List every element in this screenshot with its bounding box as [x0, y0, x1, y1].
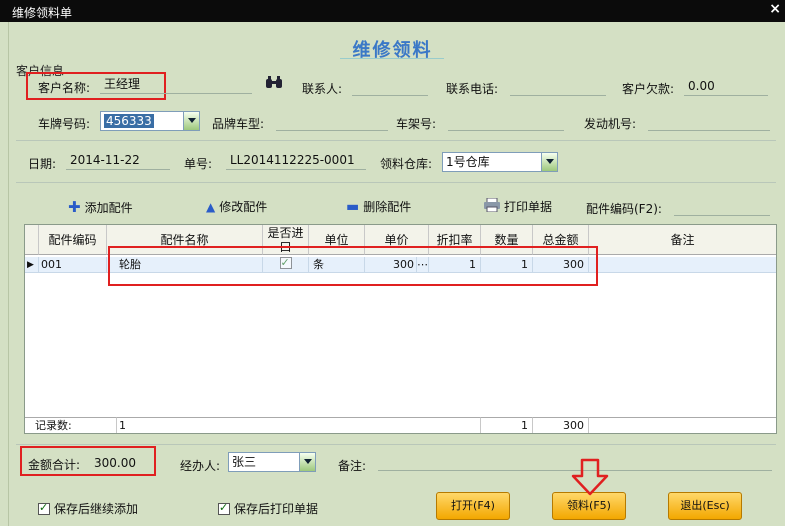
date-label: 日期: — [28, 157, 57, 171]
delete-part-button[interactable]: ▬ 删除配件 — [346, 198, 411, 215]
title-bar: 维修领料单 × — [0, 0, 785, 22]
pick-button[interactable]: 领料(F5) — [552, 492, 626, 520]
divider — [16, 182, 776, 183]
window-title: 维修领料单 — [12, 6, 73, 20]
order-no-label: 单号: — [184, 157, 213, 171]
chevron-down-icon[interactable] — [299, 453, 315, 471]
cell-note[interactable] — [589, 257, 776, 273]
handler-label: 经办人: — [180, 459, 221, 473]
frame-no-label: 车架号: — [396, 117, 437, 131]
row-indicator-header — [25, 225, 39, 255]
triangle-up-icon: ▲ — [206, 199, 216, 214]
total-sum: 300 — [533, 417, 589, 433]
annotation-arrow-icon — [571, 458, 609, 496]
close-icon[interactable]: × — [769, 1, 781, 17]
contact-label: 联系人: — [302, 82, 343, 96]
continue-add-option[interactable]: 保存后继续添加 — [38, 500, 138, 517]
brand-model-label: 品牌车型: — [212, 117, 265, 131]
edit-part-label: 修改配件 — [219, 200, 268, 214]
part-code-label: 配件编码(F2): — [586, 202, 662, 216]
engine-no-field[interactable] — [648, 113, 770, 131]
frame-no-field[interactable] — [448, 113, 564, 131]
handler-select[interactable]: 张三 — [228, 452, 316, 472]
chevron-down-icon[interactable] — [183, 112, 199, 130]
binoculars-icon[interactable] — [265, 76, 283, 94]
engine-no-label: 发动机号: — [584, 117, 637, 131]
date-field[interactable]: 2014-11-22 — [66, 152, 170, 170]
print-button[interactable]: 打印单据 — [484, 197, 553, 215]
heading-underline — [340, 58, 444, 59]
annotation-box-row — [108, 246, 598, 286]
divider — [16, 140, 776, 141]
order-no-field: LL2014112225-0001 — [226, 152, 366, 170]
plate-combo[interactable]: 456333 — [100, 111, 200, 131]
warehouse-select[interactable]: 1号仓库 — [442, 152, 558, 172]
continue-add-checkbox[interactable] — [38, 501, 50, 515]
add-part-label: 添加配件 — [84, 200, 133, 215]
qty-sum: 1 — [481, 417, 533, 433]
note-label: 备注: — [338, 459, 367, 473]
plus-icon: ✚ — [68, 198, 81, 216]
printer-icon — [484, 197, 500, 215]
contact-field[interactable] — [352, 78, 428, 96]
customer-debt-label: 客户欠款: — [622, 82, 675, 96]
column-header-note[interactable]: 备注 — [589, 225, 776, 255]
cell-code[interactable]: 001 — [39, 257, 107, 273]
add-part-button[interactable]: ✚ 添加配件 — [68, 198, 133, 216]
divider — [16, 444, 776, 445]
handler-value: 张三 — [232, 455, 257, 469]
plate-label: 车牌号码: — [38, 117, 91, 131]
plate-value: 456333 — [104, 114, 154, 128]
open-button[interactable]: 打开(F4) — [436, 492, 510, 520]
print-after-save-label: 保存后打印单据 — [234, 502, 319, 516]
customer-name-label: 客户名称: — [38, 81, 91, 95]
customer-debt-field: 0.00 — [684, 78, 768, 96]
column-header-code[interactable]: 配件编码 — [39, 225, 107, 255]
record-count-value: 1 — [117, 417, 481, 433]
print-after-save-checkbox[interactable] — [218, 501, 230, 515]
edit-part-button[interactable]: ▲ 修改配件 — [206, 198, 267, 215]
part-code-input[interactable] — [674, 198, 770, 216]
print-after-save-option[interactable]: 保存后打印单据 — [218, 500, 318, 517]
chevron-down-icon[interactable] — [541, 153, 557, 171]
amount-total-value: 300.00 — [94, 456, 136, 470]
exit-button[interactable]: 退出(Esc) — [668, 492, 742, 520]
phone-field[interactable] — [510, 78, 606, 96]
record-count-label: 记录数: — [25, 417, 117, 433]
minus-icon: ▬ — [346, 198, 360, 215]
warehouse-value: 1号仓库 — [446, 155, 490, 169]
brand-model-field[interactable] — [276, 113, 388, 131]
continue-add-label: 保存后继续添加 — [54, 502, 139, 516]
delete-part-label: 删除配件 — [363, 200, 412, 214]
warehouse-label: 领料仓库: — [380, 157, 433, 171]
print-label: 打印单据 — [504, 200, 553, 214]
customer-name-field[interactable]: 王经理 — [100, 76, 252, 94]
phone-label: 联系电话: — [446, 82, 499, 96]
current-row-arrow-icon: ▶ — [27, 257, 39, 273]
footer-note-cell — [589, 417, 776, 433]
amount-total-label: 金额合计: — [28, 458, 81, 472]
